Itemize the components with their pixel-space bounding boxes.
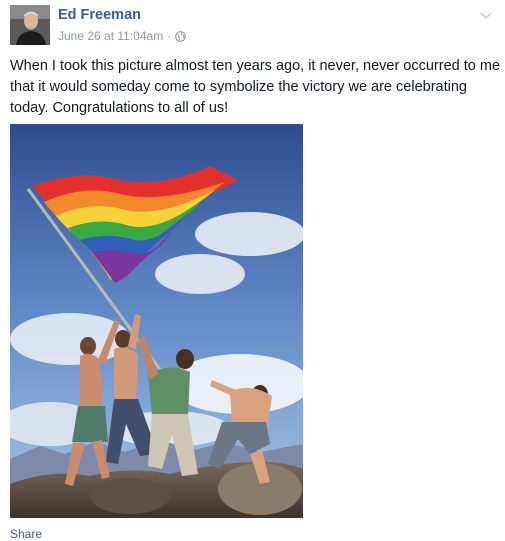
post-message: When I took this picture almost ten year… — [10, 58, 501, 116]
share-link[interactable]: Share — [10, 527, 42, 541]
post-meta: June 26 at 11:04am · — [58, 29, 187, 43]
author-name[interactable]: Ed Freeman — [58, 7, 141, 23]
meta-separator: · — [167, 29, 172, 43]
chevron-down-icon[interactable] — [479, 8, 493, 20]
globe-icon[interactable] — [175, 30, 187, 42]
feed-post: Ed Freeman June 26 at 11:04am · When I t… — [0, 0, 505, 541]
avatar[interactable] — [10, 5, 50, 45]
post-timestamp[interactable]: June 26 at 11:04am — [58, 29, 163, 43]
post-photo[interactable] — [10, 124, 303, 518]
